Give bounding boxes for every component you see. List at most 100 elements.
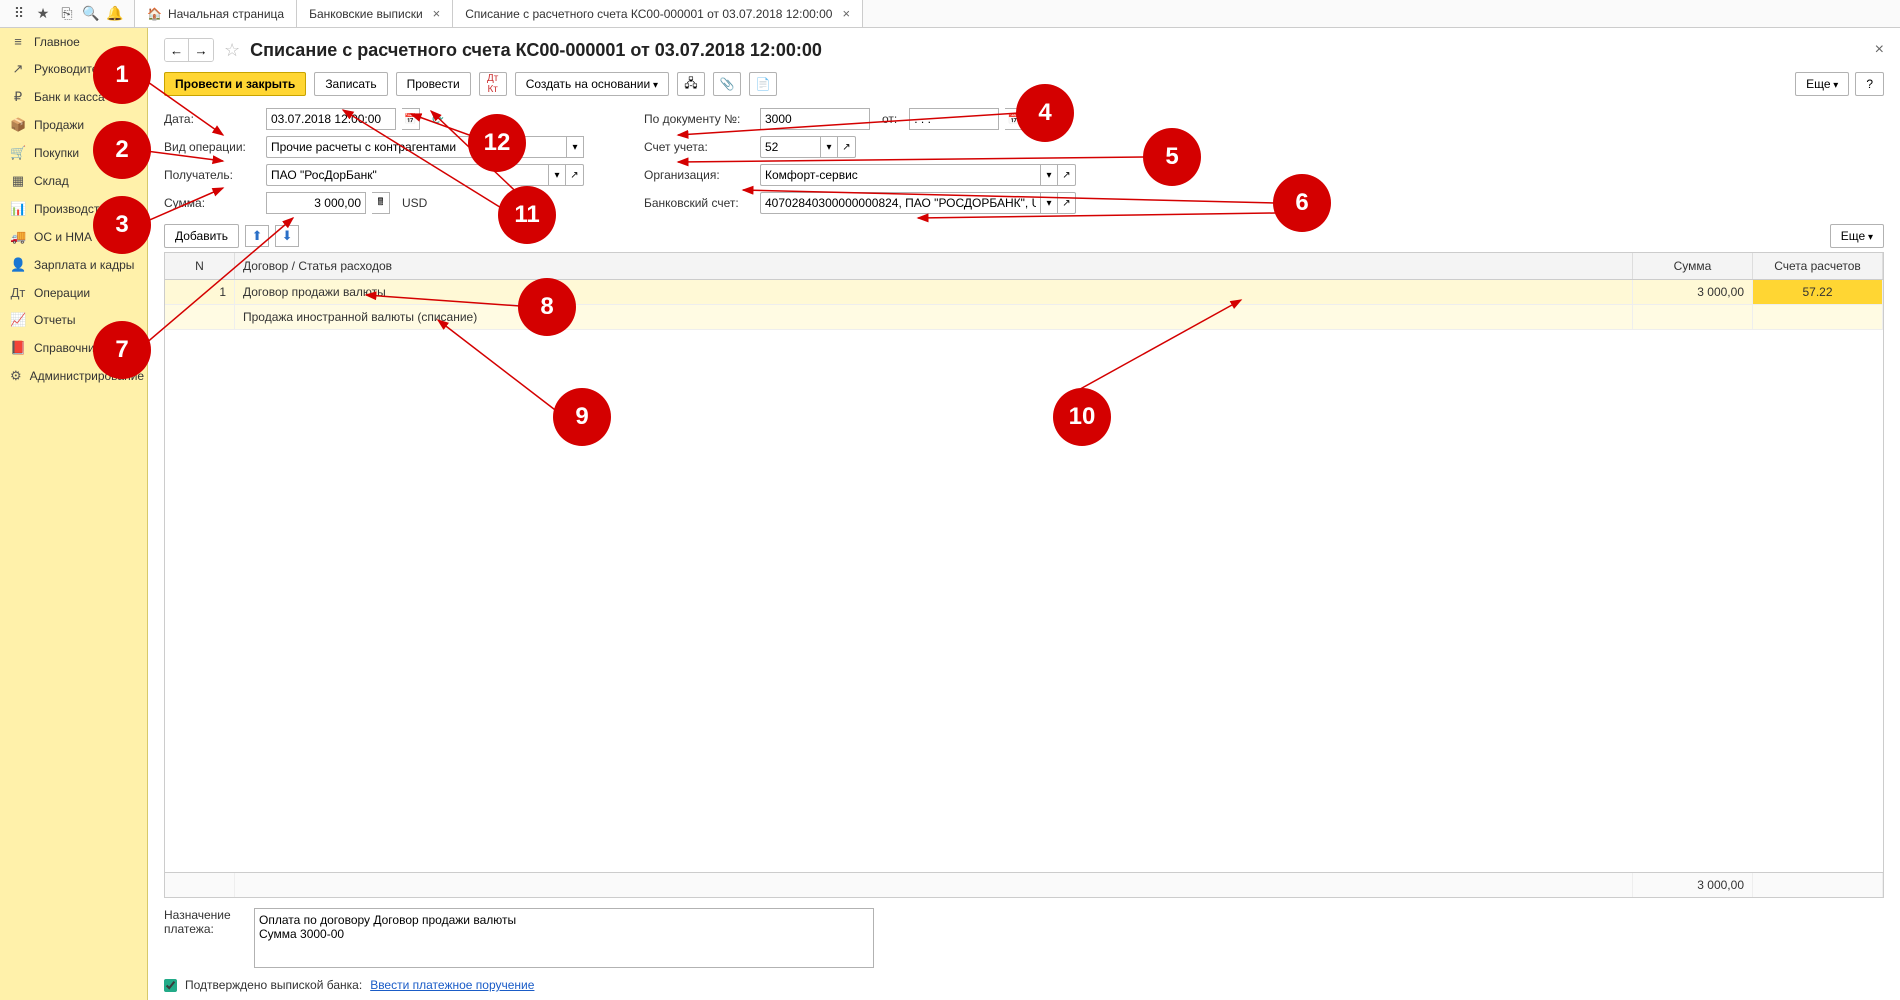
callout-1: 1 [93, 46, 151, 104]
report-icon[interactable]: 📄 [749, 72, 777, 96]
confirmed-label: Подтверждено выпиской банка: [185, 978, 362, 992]
callout-3: 3 [93, 196, 151, 254]
dropdown-icon[interactable]: ▾ [566, 136, 584, 158]
purpose-label: Назначение платежа: [164, 908, 244, 936]
top-toolbar: ⠿ ★ ⎘ 🔍 🔔 🏠 Начальная страница Банковски… [0, 0, 1900, 28]
sidebar-label: Зарплата и кадры [34, 258, 134, 272]
confirmed-checkbox[interactable] [164, 979, 177, 992]
table-more-button[interactable]: Еще [1830, 224, 1884, 248]
doc-number-input[interactable] [760, 108, 870, 130]
currency-label: USD [402, 196, 427, 210]
clipboard-icon[interactable]: ⎘ [58, 5, 76, 23]
open-icon[interactable]: ↗ [1058, 192, 1076, 214]
sidebar-label: Склад [34, 174, 69, 188]
doc-number-label: По документу №: [644, 112, 754, 126]
callout-8: 8 [518, 278, 576, 336]
sidebar-label: Отчеты [34, 313, 75, 327]
sum-input[interactable] [266, 192, 366, 214]
sidebar-icon: 📦 [10, 117, 26, 133]
enter-payment-order-link[interactable]: Ввести платежное поручение [370, 978, 534, 992]
sidebar-icon: ₽ [10, 89, 26, 105]
document-title: Списание с расчетного счета КС00-000001 … [250, 40, 822, 61]
more-button[interactable]: Еще [1795, 72, 1849, 96]
sidebar-icon: ⚙ [10, 368, 22, 384]
callout-12: 12 [468, 114, 526, 172]
sidebar-item[interactable]: Дт Операции [0, 279, 147, 306]
col-header-account[interactable]: Счета расчетов [1753, 253, 1883, 279]
open-icon[interactable]: ↗ [838, 136, 856, 158]
bell-icon[interactable]: 🔔 [106, 5, 124, 23]
tab-bank-statements[interactable]: Банковские выписки × [297, 0, 453, 27]
from-label: от: [882, 112, 897, 126]
sidebar-icon: ↗ [10, 61, 26, 77]
post-and-close-button[interactable]: Провести и закрыть [164, 72, 306, 96]
search-icon[interactable]: 🔍 [82, 5, 100, 23]
col-header-contract[interactable]: Договор / Статья расходов [235, 253, 1633, 279]
calendar-icon[interactable]: 📅 [402, 108, 420, 130]
table-row-expense[interactable]: Продажа иностранной валюты (списание) [165, 305, 1883, 330]
close-document-icon[interactable]: × [1875, 41, 1884, 59]
purpose-textarea[interactable] [254, 908, 874, 968]
sidebar-label: Операции [34, 286, 90, 300]
sidebar-icon: Дт [10, 285, 26, 300]
account-input[interactable] [760, 136, 820, 158]
open-icon[interactable]: ↗ [1058, 164, 1076, 186]
callout-11: 11 [498, 186, 556, 244]
sidebar-item[interactable]: 👤Зарплата и кадры [0, 251, 147, 279]
sidebar-icon: 📕 [10, 340, 26, 356]
content-area: ← → ☆ Списание с расчетного счета КС00-0… [148, 28, 1900, 1000]
dropdown-icon[interactable]: ▾ [1040, 164, 1058, 186]
tab-label: Банковские выписки [309, 7, 423, 21]
open-icon[interactable]: ↗ [566, 164, 584, 186]
tab-document[interactable]: Списание с расчетного счета КС00-000001 … [453, 0, 863, 27]
callout-4: 4 [1016, 84, 1074, 142]
dropdown-icon[interactable]: ▾ [820, 136, 838, 158]
dt-kt-icon[interactable]: ДтКт [479, 72, 507, 96]
tab-label: Списание с расчетного счета КС00-000001 … [465, 7, 832, 21]
organization-input[interactable] [760, 164, 1040, 186]
close-icon[interactable]: × [842, 6, 850, 21]
sidebar-label: Главное [34, 35, 80, 49]
calculator-icon[interactable]: 🖩 [372, 192, 390, 214]
from-date-input[interactable] [909, 108, 999, 130]
apps-icon[interactable]: ⠿ [10, 5, 28, 23]
callout-2: 2 [93, 121, 151, 179]
sidebar-label: ОС и НМА [34, 230, 92, 244]
sidebar-label: Банк и касса [34, 90, 105, 104]
move-down-icon[interactable]: ⬇ [275, 225, 299, 247]
col-header-n[interactable]: N [165, 253, 235, 279]
move-up-icon[interactable]: ⬆ [245, 225, 269, 247]
tab-home[interactable]: 🏠 Начальная страница [134, 0, 297, 27]
attach-icon[interactable]: 📎 [713, 72, 741, 96]
nav-back-button[interactable]: ← [165, 39, 189, 61]
help-button[interactable]: ? [1855, 72, 1884, 96]
dropdown-icon[interactable]: ▾ [548, 164, 566, 186]
star-icon[interactable]: ★ [34, 5, 52, 23]
payee-label: Получатель: [164, 168, 260, 182]
add-button[interactable]: Добавить [164, 224, 239, 248]
structure-icon[interactable]: 🖧 [677, 72, 705, 96]
organization-label: Организация: [644, 168, 754, 182]
sidebar-icon: 🚚 [10, 229, 26, 245]
account-label: Счет учета: [644, 140, 754, 154]
sidebar-icon: ≡ [10, 34, 26, 49]
sidebar-icon: 🛒 [10, 145, 26, 161]
refresh-icon[interactable]: ⟳ [432, 111, 444, 128]
post-button[interactable]: Провести [396, 72, 471, 96]
col-header-sum[interactable]: Сумма [1633, 253, 1753, 279]
save-button[interactable]: Записать [314, 72, 387, 96]
dropdown-icon[interactable]: ▾ [1040, 192, 1058, 214]
favorite-icon[interactable]: ☆ [224, 40, 240, 61]
date-label: Дата: [164, 112, 260, 126]
date-input[interactable] [266, 108, 396, 130]
sidebar-icon: 📊 [10, 201, 26, 217]
total-sum: 3 000,00 [1633, 873, 1753, 897]
nav-forward-button[interactable]: → [189, 39, 213, 61]
close-icon[interactable]: × [433, 6, 441, 21]
create-based-button[interactable]: Создать на основании [515, 72, 669, 96]
callout-7: 7 [93, 321, 151, 379]
tab-home-label: Начальная страница [168, 7, 284, 21]
table-row[interactable]: 1Договор продажи валюты3 000,0057.22 [165, 280, 1883, 305]
operation-kind-label: Вид операции: [164, 140, 260, 154]
bank-account-input[interactable] [760, 192, 1040, 214]
